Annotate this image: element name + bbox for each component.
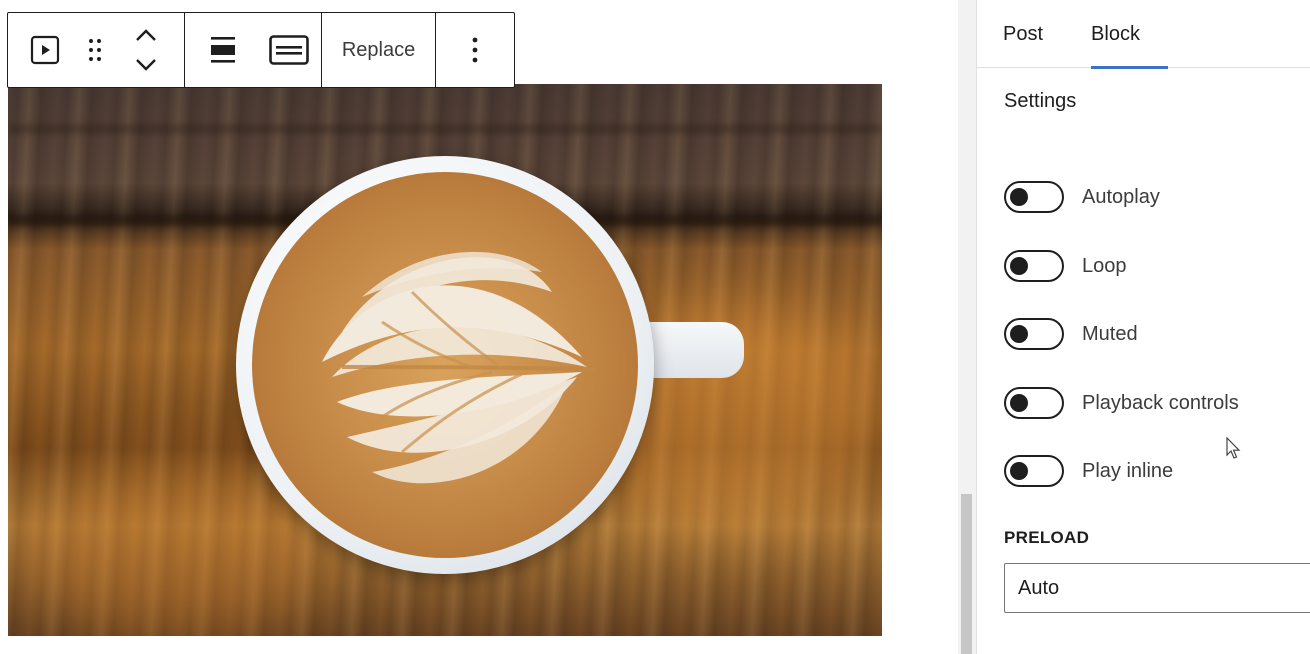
move-up-button[interactable] <box>126 20 166 50</box>
tab-block[interactable]: Block <box>1069 0 1168 69</box>
preload-selected-value: Auto <box>1018 576 1060 599</box>
toggle-label: Muted <box>1082 322 1138 345</box>
settings-panel-title[interactable]: Settings <box>1004 90 1076 113</box>
video-icon <box>30 35 60 65</box>
sidebar-tabs: Post Block <box>977 0 1310 69</box>
toggle-row-muted[interactable]: Muted <box>1004 318 1138 350</box>
editor-canvas: Replace <box>0 0 958 654</box>
toggle-knob <box>1010 325 1028 343</box>
toolbar-group-more <box>436 13 514 87</box>
toggle-label: Play inline <box>1082 459 1174 482</box>
toolbar-group-align <box>185 13 322 87</box>
loop-toggle[interactable] <box>1004 250 1064 282</box>
more-options-button[interactable] <box>436 12 514 88</box>
scrollbar-thumb[interactable] <box>961 494 972 654</box>
replace-button[interactable]: Replace <box>322 12 435 88</box>
align-wide-button[interactable] <box>185 12 261 88</box>
muted-toggle[interactable] <box>1004 318 1064 350</box>
block-toolbar: Replace <box>7 12 515 88</box>
more-vertical-icon <box>472 37 478 63</box>
toggle-row-playback-controls[interactable]: Playback controls <box>1004 387 1239 419</box>
latte-art <box>322 251 598 484</box>
drag-handle-icon <box>87 37 103 63</box>
mouse-cursor-icon <box>1226 437 1241 459</box>
toggle-knob <box>1010 394 1028 412</box>
drag-handle-button[interactable] <box>82 12 108 88</box>
preload-label: PRELOAD <box>1004 528 1090 547</box>
wood-plank-seam <box>8 124 882 134</box>
toggle-row-play-inline[interactable]: Play inline <box>1004 455 1173 487</box>
video-poster-image[interactable] <box>8 84 882 636</box>
toggle-knob <box>1010 257 1028 275</box>
align-full-icon <box>269 35 309 65</box>
playback-controls-toggle[interactable] <box>1004 387 1064 419</box>
align-wide-icon <box>210 36 236 64</box>
toggle-knob <box>1010 462 1028 480</box>
toggle-row-autoplay[interactable]: Autoplay <box>1004 181 1160 213</box>
chevron-down-icon <box>135 58 157 72</box>
toolbar-group-block <box>8 13 185 87</box>
editor-scrollbar[interactable] <box>958 0 976 654</box>
toggle-label: Loop <box>1082 254 1127 277</box>
settings-sidebar: Post Block Settings Autoplay Loop Muted … <box>976 0 1310 654</box>
block-type-button[interactable] <box>8 12 82 88</box>
preload-select[interactable]: Auto <box>1004 563 1310 613</box>
toggle-knob <box>1010 188 1028 206</box>
cup-handle <box>648 322 744 378</box>
play-inline-toggle[interactable] <box>1004 455 1064 487</box>
chevron-up-icon <box>135 28 157 42</box>
toggle-row-loop[interactable]: Loop <box>1004 250 1127 282</box>
toolbar-group-replace: Replace <box>322 13 436 87</box>
autoplay-toggle[interactable] <box>1004 181 1064 213</box>
align-full-button[interactable] <box>261 12 321 88</box>
tab-post[interactable]: Post <box>977 0 1069 68</box>
toggle-label: Playback controls <box>1082 391 1239 414</box>
move-buttons <box>108 12 184 88</box>
move-down-button[interactable] <box>126 50 166 80</box>
toggle-label: Autoplay <box>1082 185 1160 208</box>
